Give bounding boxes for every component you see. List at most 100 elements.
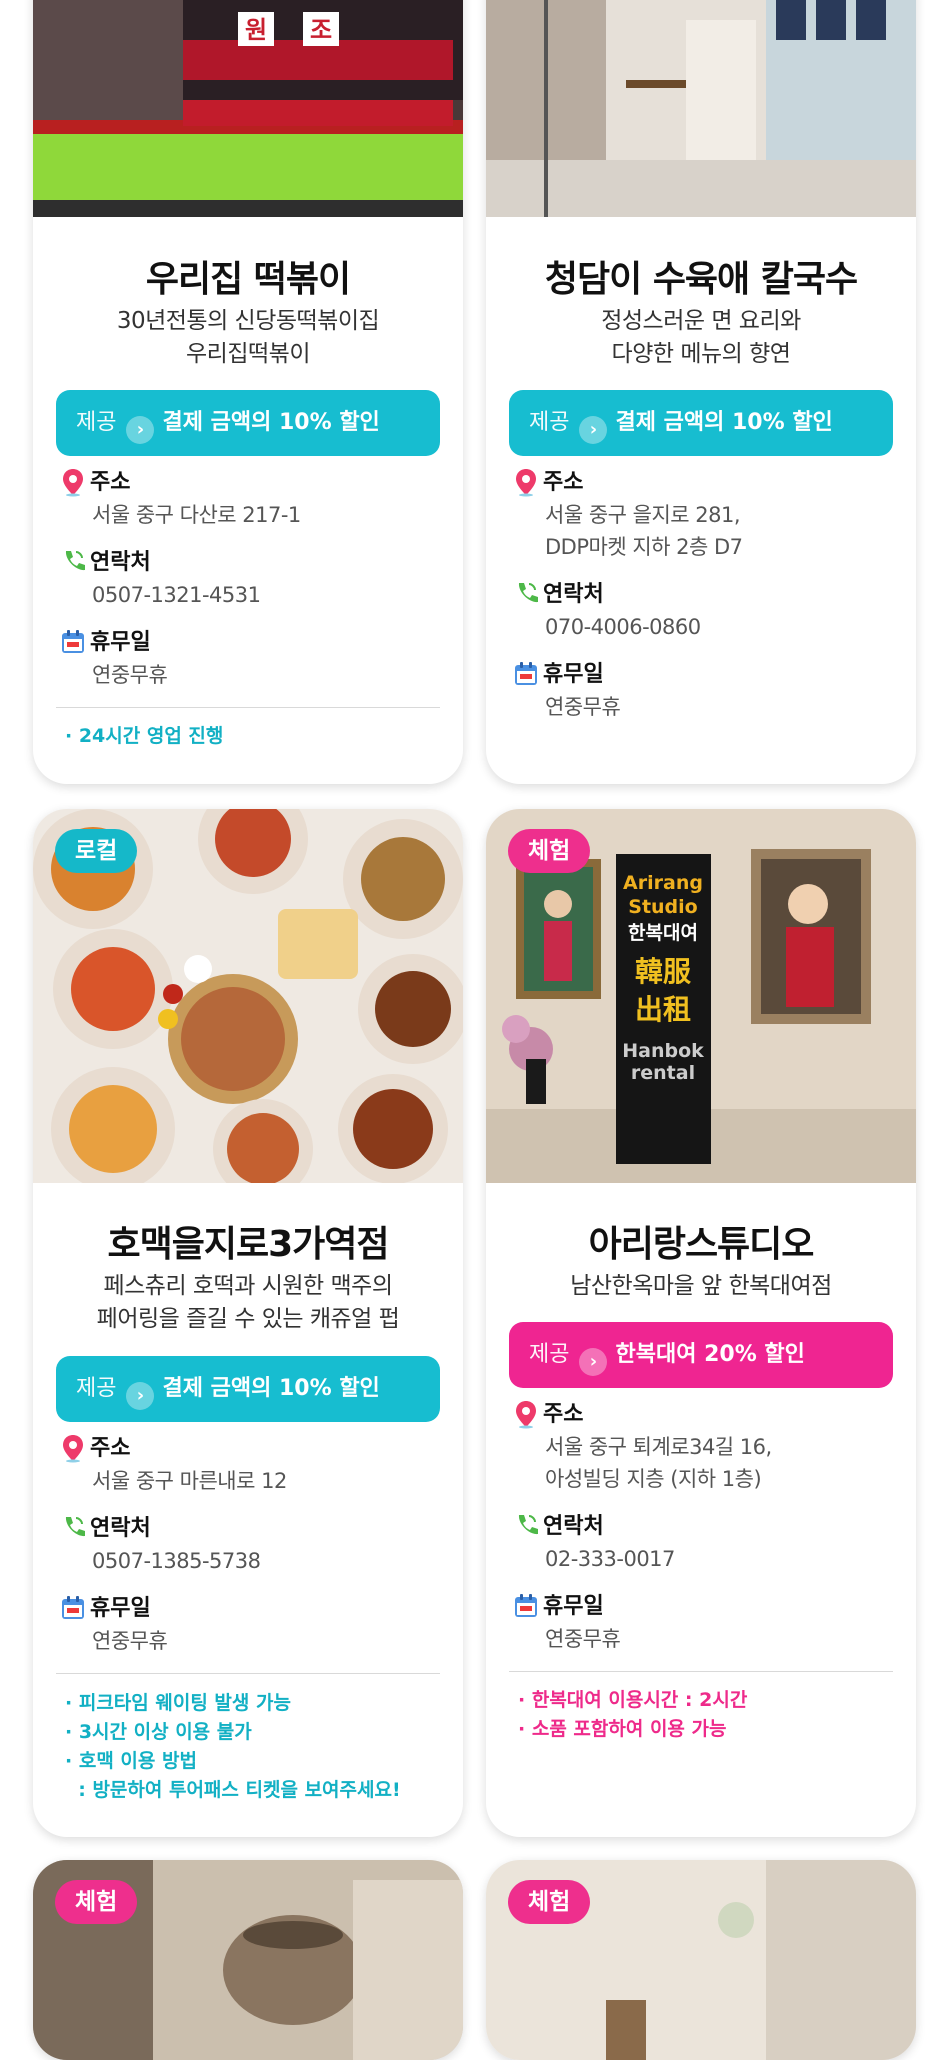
divider	[509, 1671, 893, 1672]
phone-label: 연락처	[90, 550, 151, 575]
address-value: 서울 중구 마른내로 12	[92, 1469, 287, 1493]
phone-icon	[513, 579, 539, 609]
holiday-section: 휴무일 연중무휴	[60, 627, 440, 691]
location-pin-icon	[513, 1399, 539, 1429]
holiday-value: 연중무휴	[92, 663, 168, 687]
address-label: 주소	[543, 470, 584, 495]
store-card-arirang-studio[interactable]: Arirang Studio 한복대여 韓服 出租 Hanbok rental …	[486, 809, 916, 1837]
phone-value[interactable]: 0507-1385-5738	[60, 1545, 440, 1577]
store-description: 정성스러운 면 요리와 다양한 메뉴의 향연	[486, 305, 916, 371]
offer-prefix: 제공	[76, 410, 117, 435]
phone-icon	[60, 1513, 86, 1543]
store-description: 남산한옥마을 앞 한복대여점	[486, 1270, 916, 1303]
store-info: 주소 서울 중구 퇴계로34길 16, 아성빌딩 지층 (지하 1층) 연락처 …	[513, 1399, 893, 1655]
chevron-right-icon: ›	[579, 416, 608, 444]
address-section: 주소 서울 중구 마른내로 12	[60, 1433, 440, 1497]
store-description: 30년전통의 신당동떡볶이집 우리집떡볶이	[33, 305, 463, 371]
phone-label: 연락처	[90, 1516, 151, 1541]
store-card-cheongdam-kalguksu[interactable]: 청담이 수육애 칼국수 정성스러운 면 요리와 다양한 메뉴의 향연 제공 › 결제…	[486, 0, 916, 784]
store-card-uri-tteokbokki[interactable]: 원 조 우리집 떡볶이 30년전통의 신당동떡볶이집 우리집떡볶이 제공 › 결제 …	[33, 0, 463, 784]
sign-line-1: Arirang	[623, 872, 703, 894]
calendar-icon	[60, 627, 86, 657]
divider	[56, 707, 440, 708]
store-photo	[486, 0, 916, 217]
sign-line-3: 한복대여	[628, 922, 698, 944]
address-value-line-1: 서울 중구 을지로 281,	[545, 503, 741, 527]
desc-line-1: 30년전통의 신당동떡볶이집	[116, 308, 380, 334]
note-line-2: · 3시간 이상 이용 불가	[65, 1721, 252, 1743]
desc-line-2: 우리집떡볶이	[186, 341, 310, 367]
phone-value[interactable]: 02-333-0017	[513, 1543, 893, 1575]
sign-line-2: Studio	[628, 896, 697, 918]
store-notes: · 24시간 영업 진행	[65, 722, 443, 751]
sign-line-7: rental	[631, 1062, 695, 1084]
category-tag: 체험	[508, 1880, 591, 1924]
location-pin-icon	[60, 1433, 86, 1463]
address-label: 주소	[90, 470, 131, 495]
sign-line-5: 出租	[635, 993, 691, 1026]
store-card-homaek[interactable]: 로컬 호맥을지로3가역점 페스츄리 호떡과 시원한 맥주의 페어링을 즐길 수 …	[33, 809, 463, 1837]
desc-line-2: 다양한 메뉴의 향연	[611, 341, 791, 367]
phone-icon	[513, 1511, 539, 1541]
desc-line-2: 페어링을 즐길 수 있는 캐쥬얼 펍	[96, 1306, 400, 1332]
note-line-3: · 호맥 이용 방법	[65, 1750, 197, 1772]
address-section: 주소 서울 중구 다산로 217-1	[60, 467, 440, 531]
store-name: 우리집 떡볶이	[145, 259, 351, 300]
address-label: 주소	[543, 1402, 584, 1427]
holiday-label: 휴무일	[543, 662, 604, 687]
desc-line-1: 남산한옥마을 앞 한복대여점	[570, 1273, 832, 1299]
store-name: 호맥을지로3가역점	[107, 1224, 389, 1265]
chevron-right-icon: ›	[126, 1382, 155, 1410]
holiday-label: 휴무일	[543, 1594, 604, 1619]
holiday-section: 휴무일 연중무휴	[513, 659, 893, 723]
address-value-line-2: DDP마켓 지하 2층 D7	[545, 535, 743, 559]
holiday-label: 휴무일	[90, 1596, 151, 1621]
holiday-section: 휴무일 연중무휴	[513, 1591, 893, 1655]
calendar-icon	[60, 1593, 86, 1623]
offer-text: 한복대여 20% 할인	[615, 1342, 805, 1367]
store-card-partial-left[interactable]: 체험	[33, 1860, 463, 2060]
store-info: 주소 서울 중구 마른내로 12 연락처 0507-1385-5738 휴무일 …	[60, 1433, 440, 1657]
sign-char-2: 조	[310, 16, 332, 44]
phone-section: 연락처 070-4006-0860	[513, 579, 893, 643]
discount-offer-button[interactable]: 제공 › 결제 금액의 10% 할인	[56, 1356, 440, 1422]
store-description: 페스츄리 호떡과 시원한 맥주의 페어링을 즐길 수 있는 캐쥬얼 펍	[33, 1270, 463, 1336]
discount-offer-button[interactable]: 제공 › 한복대여 20% 할인	[509, 1322, 893, 1388]
offer-prefix: 제공	[529, 410, 570, 435]
category-tag: 로컬	[55, 829, 138, 873]
address-value-line-2: 아성빌딩 지층 (지하 1층)	[545, 1467, 762, 1491]
divider	[56, 1673, 440, 1674]
location-pin-icon	[60, 467, 86, 497]
phone-icon	[60, 547, 86, 577]
note-line-2: · 소품 포함하여 이용 가능	[518, 1718, 727, 1740]
offer-text: 결제 금액의 10% 할인	[615, 410, 833, 435]
offer-text: 결제 금액의 10% 할인	[162, 1376, 380, 1401]
desc-line-1: 페스츄리 호떡과 시원한 맥주의	[103, 1273, 393, 1299]
note-line: · 24시간 영업 진행	[65, 725, 224, 747]
holiday-label: 휴무일	[90, 630, 151, 655]
address-section: 주소 서울 중구 퇴계로34길 16, 아성빌딩 지층 (지하 1층)	[513, 1399, 893, 1495]
phone-section: 연락처 02-333-0017	[513, 1511, 893, 1575]
holiday-value: 연중무휴	[92, 1629, 168, 1653]
discount-offer-button[interactable]: 제공 › 결제 금액의 10% 할인	[56, 390, 440, 456]
offer-prefix: 제공	[529, 1342, 570, 1367]
phone-value[interactable]: 070-4006-0860	[513, 611, 893, 643]
note-line-1: · 한복대여 이용시간 : 2시간	[518, 1689, 748, 1711]
store-name: 아리랑스튜디오	[588, 1224, 815, 1265]
store-card-partial-right[interactable]: 체험	[486, 1860, 916, 2060]
discount-offer-button[interactable]: 제공 › 결제 금액의 10% 할인	[509, 390, 893, 456]
store-info: 주소 서울 중구 다산로 217-1 연락처 0507-1321-4531 휴무…	[60, 467, 440, 691]
location-pin-icon	[513, 467, 539, 497]
sign-char-1: 원	[245, 16, 267, 44]
store-photo: 원 조	[33, 0, 463, 217]
desc-line-1: 정성스러운 면 요리와	[601, 308, 801, 334]
note-line-4: : 방문하여 투어패스 티켓을 보여주세요!	[65, 1779, 401, 1801]
phone-label: 연락처	[543, 582, 604, 607]
calendar-icon	[513, 659, 539, 689]
sign-line-4: 韓服	[635, 955, 692, 988]
sign-line-6: Hanbok	[622, 1040, 704, 1062]
phone-label: 연락처	[543, 1514, 604, 1539]
category-tag: 체험	[508, 829, 591, 873]
phone-value[interactable]: 0507-1321-4531	[60, 579, 440, 611]
address-value-line-1: 서울 중구 퇴계로34길 16,	[545, 1435, 772, 1459]
